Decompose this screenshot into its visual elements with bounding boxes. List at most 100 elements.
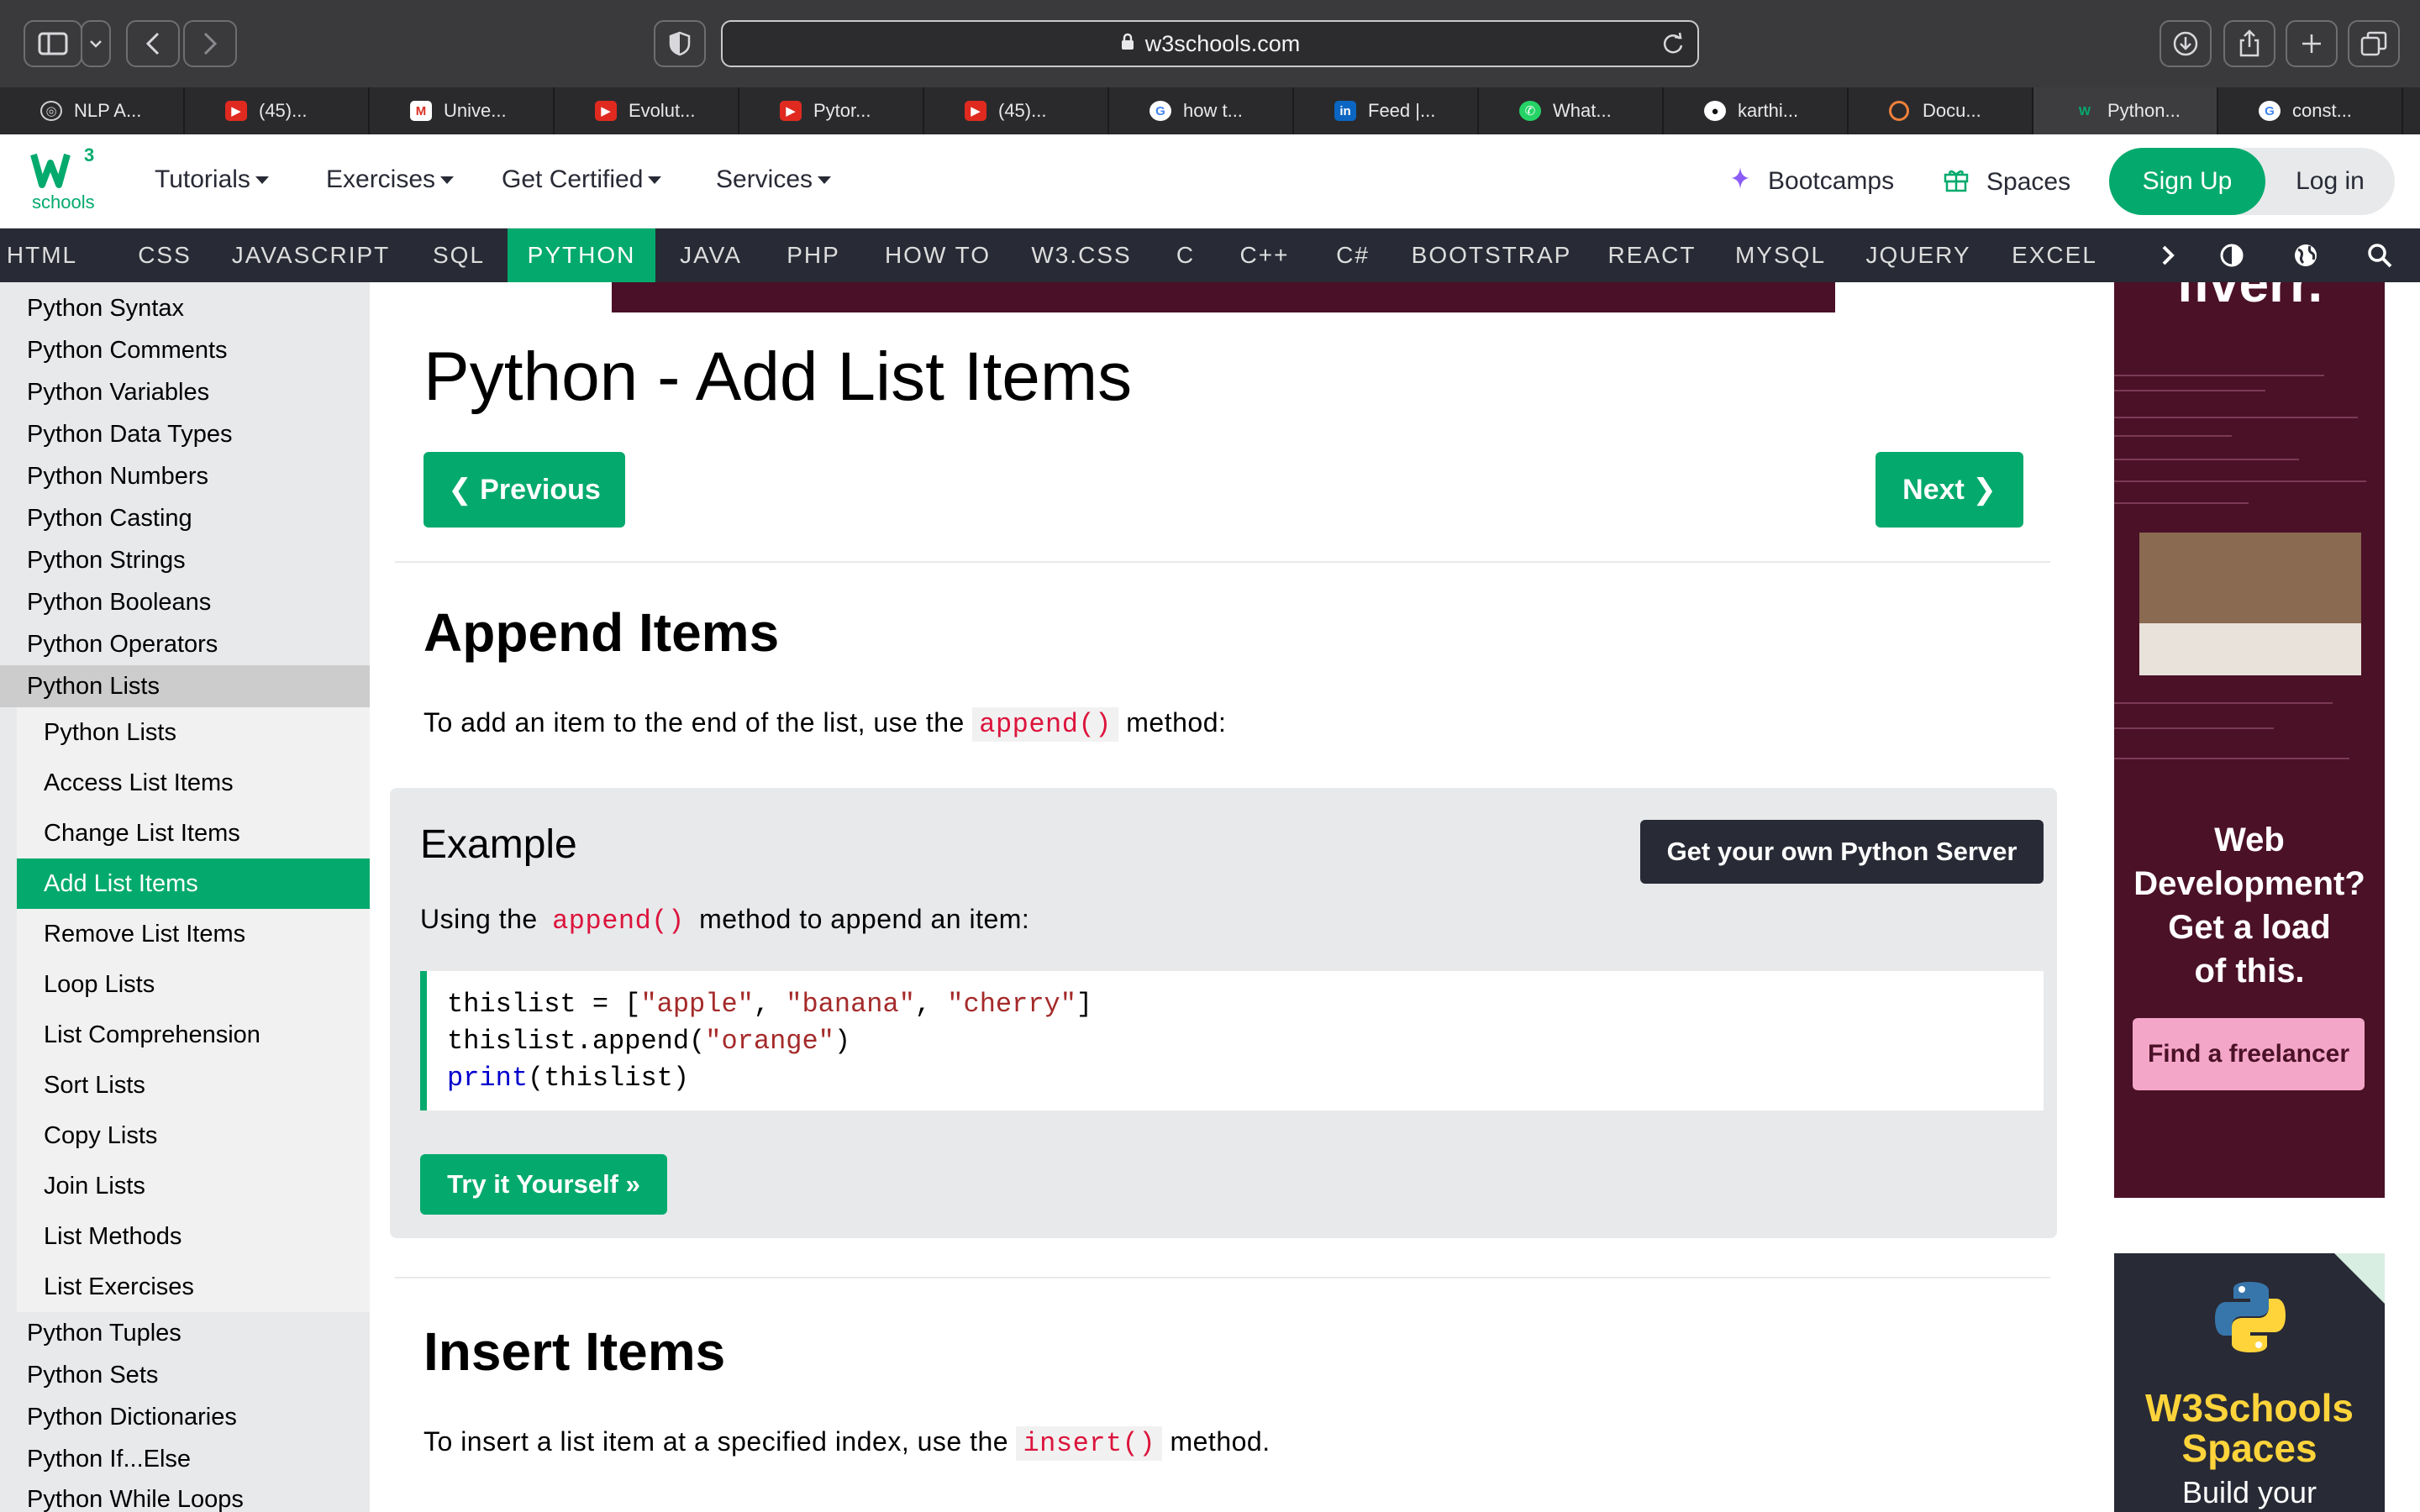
subnav-sql[interactable]: SQL bbox=[417, 228, 501, 282]
text: method: bbox=[1126, 707, 1227, 738]
subnav-jquery[interactable]: JQUERY bbox=[1865, 228, 1971, 282]
browser-tab[interactable]: ● karthi... bbox=[1664, 87, 1849, 134]
menu-tutorials[interactable]: Tutorials bbox=[155, 165, 269, 194]
dark-mode-icon[interactable] bbox=[2217, 240, 2247, 270]
sidebar-subitem[interactable]: Join Lists bbox=[17, 1161, 370, 1211]
new-tab-icon[interactable] bbox=[2286, 20, 2338, 67]
try-it-yourself-button[interactable]: Try it Yourself » bbox=[420, 1154, 667, 1215]
sidebar: Python Syntax Python Comments Python Var… bbox=[0, 282, 370, 1512]
next-button[interactable]: Next ❯ bbox=[1876, 452, 2023, 528]
lock-icon bbox=[1120, 31, 1135, 57]
back-icon[interactable] bbox=[126, 20, 180, 67]
sidebar-item[interactable]: Python Sets bbox=[0, 1354, 370, 1396]
sidebar-subitem[interactable]: Change List Items bbox=[17, 808, 370, 858]
sidebar-item[interactable]: Python Numbers bbox=[0, 455, 370, 497]
sidebar-subitem[interactable]: Remove List Items bbox=[17, 909, 370, 959]
sidebar-item[interactable]: Python Tuples bbox=[0, 1312, 370, 1354]
subnav-java[interactable]: JAVA bbox=[669, 228, 753, 282]
subnav-bootstrap[interactable]: BOOTSTRAP bbox=[1412, 228, 1570, 282]
subnav-python[interactable]: PYTHON bbox=[508, 228, 655, 282]
sidebar-item[interactable]: Python Dictionaries bbox=[0, 1396, 370, 1438]
sidebar-item[interactable]: Python Casting bbox=[0, 497, 370, 539]
globe-icon[interactable] bbox=[2291, 240, 2321, 270]
subnav-javascript[interactable]: JAVASCRIPT bbox=[229, 228, 393, 282]
w3schools-spaces-ad[interactable]: W3Schools Spaces Build your bbox=[2114, 1253, 2385, 1512]
sidebar-subitem[interactable]: Access List Items bbox=[17, 758, 370, 808]
subnav-w3css[interactable]: W3.CSS bbox=[1025, 228, 1138, 282]
signup-button[interactable]: Sign Up bbox=[2109, 148, 2265, 215]
sidebar-item[interactable]: Python Data Types bbox=[0, 413, 370, 455]
browser-tab[interactable]: ▶ Pytor... bbox=[739, 87, 924, 134]
sidebar-subitem[interactable]: List Methods bbox=[17, 1211, 370, 1262]
menu-services[interactable]: Services bbox=[716, 165, 832, 194]
subnav-c[interactable]: C bbox=[1165, 228, 1207, 282]
sidebar-item[interactable]: Python Variables bbox=[0, 371, 370, 413]
browser-tab[interactable]: M Unive... bbox=[370, 87, 555, 134]
banner-ad[interactable] bbox=[612, 282, 1835, 312]
subnav-mysql[interactable]: MYSQL bbox=[1734, 228, 1827, 282]
previous-button[interactable]: ❮ Previous bbox=[424, 452, 625, 528]
browser-tab[interactable]: ▶ (45)... bbox=[924, 87, 1109, 134]
sidebar-subitem-active[interactable]: Add List Items bbox=[17, 858, 370, 909]
tab-title: (45)... bbox=[998, 100, 1047, 121]
subnav-csharp[interactable]: C# bbox=[1326, 228, 1380, 282]
subnav-cpp[interactable]: C++ bbox=[1235, 228, 1294, 282]
sidebar-item[interactable]: Python While Loops bbox=[0, 1478, 370, 1512]
ad-decoration bbox=[2114, 417, 2358, 418]
sidebar-subitem[interactable]: List Exercises bbox=[17, 1262, 370, 1312]
subnav-css[interactable]: CSS bbox=[123, 228, 207, 282]
browser-tab[interactable]: ◎ NLP A... bbox=[0, 87, 185, 134]
caret-down-icon bbox=[648, 176, 662, 184]
tab-overview-icon[interactable] bbox=[2348, 20, 2400, 67]
sidebar-subitem[interactable]: List Comprehension bbox=[17, 1010, 370, 1060]
browser-tab[interactable]: Gconst... bbox=[2218, 87, 2403, 134]
forward-icon[interactable] bbox=[183, 20, 237, 67]
browser-tab[interactable]: ✆ What... bbox=[1479, 87, 1664, 134]
chevron-right-icon[interactable] bbox=[2153, 240, 2183, 270]
python-server-button[interactable]: Get your own Python Server bbox=[1640, 820, 2044, 884]
browser-tab-active[interactable]: W Python... bbox=[2033, 87, 2218, 134]
w3schools-logo[interactable]: 3 schools bbox=[30, 144, 101, 215]
sidebar-subitem[interactable]: Python Lists bbox=[17, 707, 370, 758]
reload-icon[interactable] bbox=[1662, 32, 1684, 61]
download-icon[interactable] bbox=[2160, 20, 2212, 67]
sidebar-subitem[interactable]: Sort Lists bbox=[17, 1060, 370, 1110]
tab-title: Pytor... bbox=[813, 100, 871, 121]
github-icon: ● bbox=[1704, 101, 1726, 121]
find-freelancer-button[interactable]: Find a freelancer bbox=[2133, 1018, 2365, 1090]
main-content: Python - Add List Items ❮ Previous Next … bbox=[370, 282, 2075, 1512]
subnav-react[interactable]: REACT bbox=[1605, 228, 1699, 282]
sidebar-item[interactable]: Python If...Else bbox=[0, 1438, 370, 1480]
sidebar-item[interactable]: Python Comments bbox=[0, 329, 370, 371]
sidebar-item[interactable]: Python Syntax bbox=[0, 287, 370, 329]
subnav-php[interactable]: PHP bbox=[771, 228, 855, 282]
browser-tab[interactable]: Docu... bbox=[1849, 87, 2033, 134]
sidebar-toggle-icon[interactable] bbox=[24, 20, 82, 67]
sidebar-item-current[interactable]: Python Lists bbox=[0, 665, 370, 707]
address-bar[interactable]: w3schools.com bbox=[721, 20, 1699, 67]
browser-tab[interactable]: ▶ (45)... bbox=[185, 87, 370, 134]
search-icon[interactable] bbox=[2365, 240, 2395, 270]
subnav-html[interactable]: HTML bbox=[0, 228, 84, 282]
bootcamps-link[interactable]: Bootcamps bbox=[1729, 165, 1894, 197]
sidebar-item[interactable]: Python Booleans bbox=[0, 581, 370, 623]
sidebar-subitem[interactable]: Copy Lists bbox=[17, 1110, 370, 1161]
subnav-excel[interactable]: EXCEL bbox=[2008, 228, 2101, 282]
sidebar-subitem[interactable]: Loop Lists bbox=[17, 959, 370, 1010]
sidebar-item[interactable]: Python Operators bbox=[0, 623, 370, 665]
sidebar-item[interactable]: Python Strings bbox=[0, 539, 370, 581]
browser-tab[interactable]: ▶ Evolut... bbox=[555, 87, 739, 134]
login-button[interactable]: Log in bbox=[2265, 148, 2395, 215]
share-icon[interactable] bbox=[2223, 20, 2275, 67]
browser-tab[interactable]: in Feed |... bbox=[1294, 87, 1479, 134]
menu-get-certified[interactable]: Get Certified bbox=[502, 165, 662, 194]
inline-code: append() bbox=[552, 906, 685, 937]
browser-tab[interactable]: Ghow t... bbox=[1109, 87, 1294, 134]
chevron-down-icon[interactable] bbox=[81, 20, 111, 67]
append-description: To add an item to the end of the list, u… bbox=[424, 707, 1227, 742]
fiverr-ad[interactable]: fiverr. Web Development? Get a load of t… bbox=[2114, 282, 2385, 1198]
subnav-howto[interactable]: HOW TO bbox=[877, 228, 998, 282]
privacy-shield-icon[interactable] bbox=[654, 20, 706, 67]
menu-exercises[interactable]: Exercises bbox=[326, 165, 455, 194]
spaces-link[interactable]: Spaces bbox=[1943, 165, 2070, 199]
